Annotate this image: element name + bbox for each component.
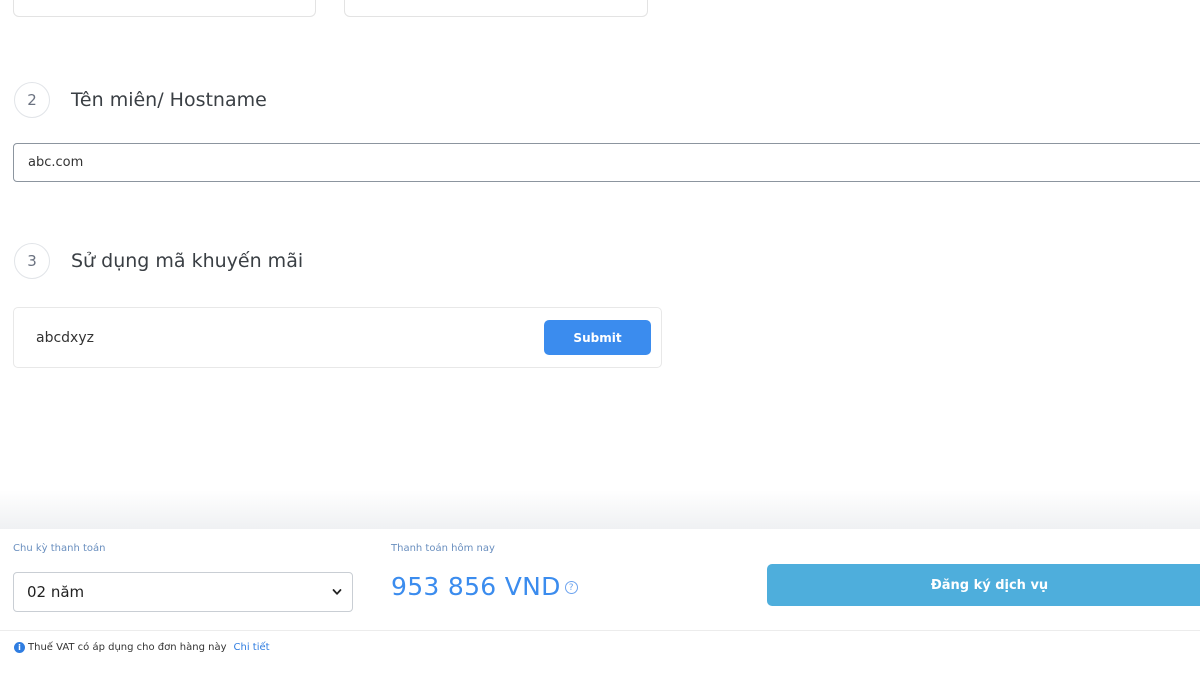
previous-field-left[interactable] bbox=[13, 0, 316, 17]
question-icon[interactable]: ? bbox=[564, 581, 578, 594]
vat-notice: i Thuế VAT có áp dụng cho đơn hàng này C… bbox=[14, 642, 270, 653]
footer-divider bbox=[0, 630, 1200, 631]
register-service-button[interactable]: Đăng ký dịch vụ bbox=[767, 564, 1200, 606]
vat-details-link[interactable]: Chi tiết bbox=[234, 642, 270, 653]
promo-code-input[interactable] bbox=[24, 320, 524, 355]
pay-today-label: Thanh toán hôm nay bbox=[391, 543, 495, 554]
vat-text: Thuế VAT có áp dụng cho đơn hàng này bbox=[28, 642, 227, 653]
step-number: 3 bbox=[14, 243, 50, 279]
previous-field-right[interactable] bbox=[344, 0, 648, 17]
step-title-promo: Sử dụng mã khuyến mãi bbox=[71, 250, 304, 272]
step-title-hostname: Tên miên/ Hostname bbox=[71, 89, 267, 111]
step-number: 2 bbox=[14, 82, 50, 118]
promo-submit-button[interactable]: Submit bbox=[544, 320, 651, 355]
price-value: 953 856 VND bbox=[391, 572, 561, 601]
billing-cycle-label: Chu kỳ thanh toán bbox=[13, 543, 106, 554]
hostname-input[interactable] bbox=[13, 143, 1200, 182]
chevron-down-icon bbox=[332, 589, 342, 595]
billing-cycle-select[interactable]: 02 năm bbox=[13, 572, 353, 612]
step-promo: 3 Sử dụng mã khuyến mãi bbox=[14, 243, 303, 279]
billing-cycle-value: 02 năm bbox=[27, 583, 85, 601]
price-block: 953 856 VND ? bbox=[391, 572, 578, 601]
checkout-footer: Chu kỳ thanh toán Thanh toán hôm nay 02 … bbox=[0, 529, 1200, 675]
footer-shadow bbox=[0, 490, 1200, 530]
promo-code-box: Submit bbox=[13, 307, 662, 368]
info-icon: i bbox=[14, 642, 25, 653]
step-hostname: 2 Tên miên/ Hostname bbox=[14, 82, 267, 118]
